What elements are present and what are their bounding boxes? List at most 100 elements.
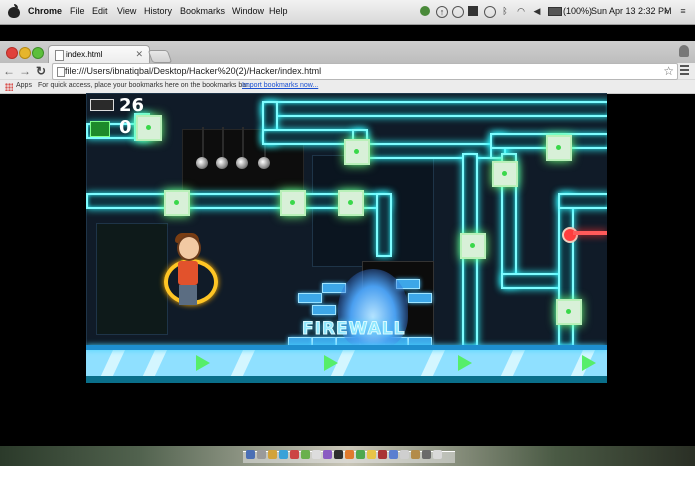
dock-app-icon[interactable] [312, 450, 321, 459]
menu-bookmarks[interactable]: Bookmarks [180, 6, 225, 16]
file-icon [57, 67, 65, 77]
apple-icon[interactable] [8, 4, 20, 18]
address-bar[interactable]: file:///Users/ibnatiqbal/Desktop/Hacker%… [52, 63, 678, 80]
dock-app-icon[interactable] [301, 450, 310, 459]
bluetooth-icon[interactable]: ᛒ [500, 6, 510, 16]
dock-app-icon[interactable] [257, 450, 266, 459]
score-icon [90, 99, 114, 111]
circuit-node [546, 135, 572, 161]
dock-app-icon[interactable] [356, 450, 365, 459]
knob [216, 157, 228, 169]
circuit-node [460, 233, 486, 259]
menu-edit[interactable]: Edit [92, 6, 108, 16]
circuit-node [136, 115, 162, 141]
firewall-brick [408, 293, 432, 303]
new-tab-button[interactable] [147, 50, 173, 63]
profile-icon[interactable] [679, 45, 689, 57]
screen-bottom [0, 466, 695, 494]
dock-app-icon[interactable] [367, 450, 376, 459]
chat-icon[interactable] [452, 6, 464, 18]
dock-app-icon[interactable] [422, 450, 431, 459]
menu-app-name[interactable]: Chrome [28, 6, 62, 16]
menu-file[interactable]: File [70, 6, 85, 16]
bookmarks-hint: For quick access, place your bookmarks h… [38, 82, 251, 89]
arrow-right-icon [582, 355, 596, 371]
arrow-right-icon [196, 355, 210, 371]
dock-app-icon[interactable] [389, 450, 398, 459]
import-bookmarks-link[interactable]: Import bookmarks now... [242, 82, 318, 89]
knob [258, 157, 270, 169]
dock-app-icon[interactable] [334, 450, 343, 459]
lives-icon [90, 121, 110, 137]
menu-icon[interactable] [680, 63, 689, 77]
dock-app-icon[interactable] [290, 450, 299, 459]
dock-app-icon[interactable] [323, 450, 332, 459]
trash-icon[interactable] [433, 450, 442, 459]
search-icon[interactable]: ⌕ [662, 6, 672, 16]
bookmarks-bar: Apps For quick access, place your bookma… [0, 80, 695, 94]
firewall-brick [298, 293, 322, 303]
back-icon[interactable]: ← [2, 64, 16, 78]
knob [196, 157, 208, 169]
minimize-window-button[interactable] [19, 47, 31, 59]
score-counter: 26 [119, 95, 145, 116]
firewall-brick [312, 305, 336, 315]
status-app-icon[interactable] [420, 6, 430, 16]
background-machine [96, 223, 168, 335]
dock-app-icon[interactable] [279, 450, 288, 459]
menu-window[interactable]: Window [232, 6, 264, 16]
laser-emitter [562, 227, 578, 243]
player-legs [179, 285, 197, 305]
arrow-right-icon [324, 355, 338, 371]
player-head [177, 235, 201, 261]
list-icon[interactable]: ≡ [678, 6, 688, 16]
arrow-right-icon [458, 355, 472, 371]
knob [236, 157, 248, 169]
tab-index[interactable]: index.html ✕ [48, 45, 150, 64]
star-icon[interactable]: ☆ [663, 64, 674, 78]
dock-app-icon[interactable] [345, 450, 354, 459]
clock[interactable]: Sun Apr 13 2:32 PM [591, 6, 672, 16]
tab-title: index.html [66, 50, 103, 59]
url-text: file:///Users/ibnatiqbal/Desktop/Hacker%… [65, 66, 322, 76]
dock-app-icon[interactable] [268, 450, 277, 459]
player-body [178, 261, 198, 285]
circuit-pipe [558, 193, 607, 209]
menu-view[interactable]: View [117, 6, 136, 16]
dock-app-icon[interactable] [378, 450, 387, 459]
time-machine-icon[interactable] [484, 6, 496, 18]
reload-icon[interactable]: ↻ [34, 64, 48, 78]
circuit-pipe [501, 273, 565, 289]
battery-icon[interactable] [548, 7, 562, 16]
forward-icon[interactable]: → [18, 64, 32, 78]
circuit-node [556, 299, 582, 325]
display-icon[interactable] [468, 6, 478, 16]
close-tab-icon[interactable]: ✕ [135, 49, 143, 60]
cable [242, 127, 244, 157]
circuit-pipe [376, 193, 392, 257]
volume-icon[interactable]: ◀ [532, 6, 542, 16]
apps-link[interactable]: Apps [16, 82, 32, 89]
circuit-pipe [262, 101, 607, 117]
finder-icon[interactable] [246, 450, 255, 459]
cable [202, 127, 204, 157]
floor-edge [86, 345, 607, 350]
apps-icon[interactable] [5, 83, 13, 91]
menu-history[interactable]: History [144, 6, 172, 16]
game-canvas[interactable]: FIREWALL 26 0 [86, 93, 607, 383]
laser-beam [573, 231, 607, 235]
wifi-icon[interactable]: ◠ [516, 6, 526, 16]
battery-percent: (100%) [563, 6, 593, 16]
menu-bar: Chrome File Edit View History Bookmarks … [0, 0, 695, 25]
upload-icon[interactable]: ↑ [436, 6, 448, 18]
circuit-node [492, 161, 518, 187]
circuit-pipe [352, 143, 506, 159]
dock-app-icon[interactable] [411, 450, 420, 459]
menu-help[interactable]: Help [269, 6, 288, 16]
zoom-window-button[interactable] [32, 47, 44, 59]
data-screen [312, 155, 434, 267]
circuit-node [344, 139, 370, 165]
dock-app-icon[interactable] [400, 450, 409, 459]
close-window-button[interactable] [6, 47, 18, 59]
firewall-label: FIREWALL [301, 319, 406, 340]
